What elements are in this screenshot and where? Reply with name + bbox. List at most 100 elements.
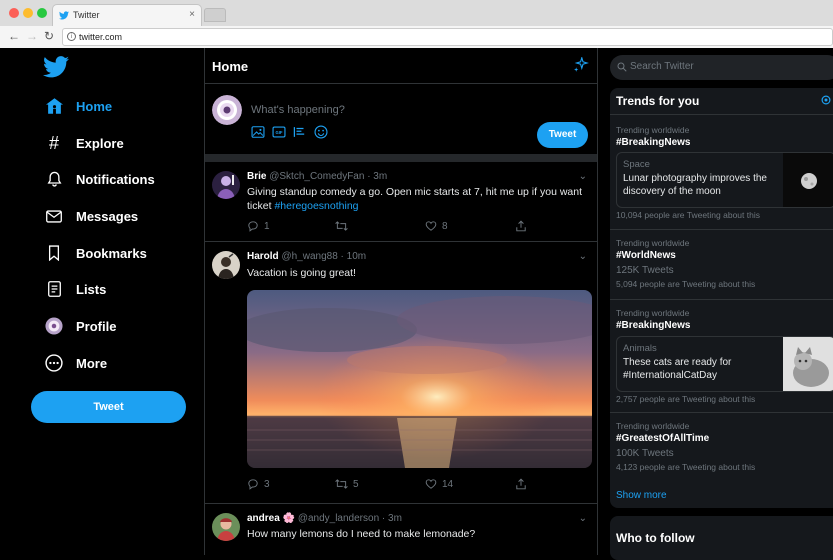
sidebar-item-messages[interactable]: Messages [44,204,138,228]
new-tab-button[interactable] [204,8,226,22]
reply-button[interactable]: 3 [247,478,270,490]
author-handle[interactable]: @andy_landerson · 3m [298,513,402,524]
author-name[interactable]: andrea [247,513,280,524]
trend-tweet-count: 125K Tweets [616,265,674,276]
sidebar-item-home[interactable]: Home [44,94,112,118]
right-sidebar: Search Twitter Trends for you Trending w… [598,48,833,560]
trend-item[interactable]: Trending worldwide #BreakingNews [610,114,833,152]
trend-count-row: 10,094 people are Tweeting about this [610,210,833,222]
minimize-window-button[interactable] [23,8,33,18]
chevron-down-icon[interactable]: ⌄ [579,513,587,524]
trend-item[interactable]: Trending worldwide #BreakingNews [610,299,833,337]
tab-close-icon[interactable]: × [189,9,195,20]
maximize-window-button[interactable] [37,8,47,18]
who-to-follow-title: Who to follow [616,531,695,545]
author-handle[interactable]: @Sktch_ComedyFan · 3m [269,171,387,182]
sidebar-item-more[interactable]: More [44,351,107,375]
sunset-photo[interactable] [247,290,592,468]
avatar-icon [44,316,64,336]
show-more-link[interactable]: Show more [616,490,667,501]
info-icon[interactable]: i [67,32,76,41]
like-button[interactable]: 8 [425,220,448,232]
browser-tab[interactable]: Twitter × [52,4,202,26]
trend-category: Trending worldwide [616,238,690,248]
share-button[interactable] [515,478,527,490]
reload-icon[interactable]: ↻ [44,29,54,43]
gif-icon[interactable]: GIF [272,125,286,139]
forward-arrow-icon[interactable]: → [26,29,38,43]
retweet-icon [335,479,348,489]
tweet[interactable]: andrea 🌸 @andy_landerson · 3m ⌄ How many… [205,504,597,555]
bell-icon [44,169,64,189]
tweet-author: Harold @h_wang88 · 10m [247,251,366,262]
divider [205,154,597,162]
retweet-icon [335,221,348,231]
bookmark-icon [44,243,64,263]
tweet-text: Giving standup comedy a go. Open mic sta… [247,185,587,213]
reply-count: 3 [264,478,270,490]
tweet-avatar[interactable] [212,171,240,199]
close-window-button[interactable] [9,8,19,18]
compose-tweet-button[interactable]: Tweet [537,122,588,148]
timeline-header: Home [205,48,597,84]
emoji-icon[interactable] [314,125,328,139]
trend-category: Trending worldwide [616,125,690,135]
retweet-button[interactable] [335,220,353,232]
compose-avatar[interactable] [212,95,242,125]
trend-news-card[interactable]: Animals These cats are ready for #Intern… [616,336,833,392]
trend-news-card[interactable]: Space Lunar photography improves the dis… [616,152,833,208]
author-handle[interactable]: @h_wang88 · 10m [281,251,366,262]
trend-count: 2,757 people are Tweeting about this [616,394,756,404]
compose-toolbar: GIF [251,125,328,139]
like-count: 8 [442,220,448,232]
sparkle-icon[interactable] [573,57,589,73]
timeline: Home What's happening? GIF Tweet Brie @S… [204,48,598,555]
home-icon [44,96,64,116]
search-input[interactable]: Search Twitter [610,55,833,80]
sidebar-item-profile[interactable]: Profile [44,314,116,338]
sidebar-item-explore[interactable]: # Explore [44,131,124,155]
sidebar-tweet-button[interactable]: Tweet [31,391,186,423]
address-bar[interactable]: i twitter.com [62,28,833,46]
tweet-avatar[interactable] [212,513,240,541]
trend-item[interactable]: Trending worldwide #WorldNews 125K Tweet… [610,229,833,299]
retweet-count: 5 [353,478,359,490]
trend-item[interactable]: Trending worldwide #GreatestOfAllTime 10… [610,412,833,480]
twitter-bird-icon [59,11,69,20]
retweet-button[interactable]: 5 [335,478,359,490]
like-button[interactable]: 14 [425,478,453,490]
author-name[interactable]: Brie [247,171,266,182]
search-placeholder: Search Twitter [630,61,694,72]
poll-icon[interactable] [293,125,307,139]
sidebar-item-bookmarks[interactable]: Bookmarks [44,241,147,265]
cat-image [783,337,833,391]
more-icon [44,353,64,373]
flower-emoji: 🌸 [282,513,296,524]
trend-count: 4,123 people are Tweeting about this [616,462,756,472]
back-arrow-icon[interactable]: ← [8,29,20,43]
twitter-logo-icon[interactable] [43,56,69,78]
sidebar-item-notifications[interactable]: Notifications [44,167,155,191]
tweet-actions: 1 8 [247,220,537,234]
tweet-text: Vacation is going great! [247,267,356,279]
tweet[interactable]: Harold @h_wang88 · 10m ⌄ Vacation is goi… [205,242,597,504]
card-category: Animals [623,343,657,354]
heart-icon [425,479,437,489]
trend-category: Trending worldwide [616,308,690,318]
sidebar-item-lists[interactable]: Lists [44,277,106,301]
gear-icon[interactable] [820,94,832,106]
sidebar-item-label: Bookmarks [76,245,147,261]
tweet[interactable]: Brie @Sktch_ComedyFan · 3m ⌄ Giving stan… [205,162,597,242]
hashtag-link[interactable]: #heregoesnothing [274,200,358,212]
compose-input[interactable]: What's happening? [251,104,345,116]
reply-button[interactable]: 1 [247,220,270,232]
chevron-down-icon[interactable]: ⌄ [579,171,587,182]
author-name[interactable]: Harold [247,251,279,262]
share-icon [516,478,526,490]
chevron-down-icon[interactable]: ⌄ [579,251,587,262]
tweet-avatar[interactable] [212,251,240,279]
browser-toolbar: ← → ↻ i twitter.com [0,26,833,48]
share-button[interactable] [515,220,527,232]
image-icon[interactable] [251,125,265,139]
list-icon [44,279,64,299]
